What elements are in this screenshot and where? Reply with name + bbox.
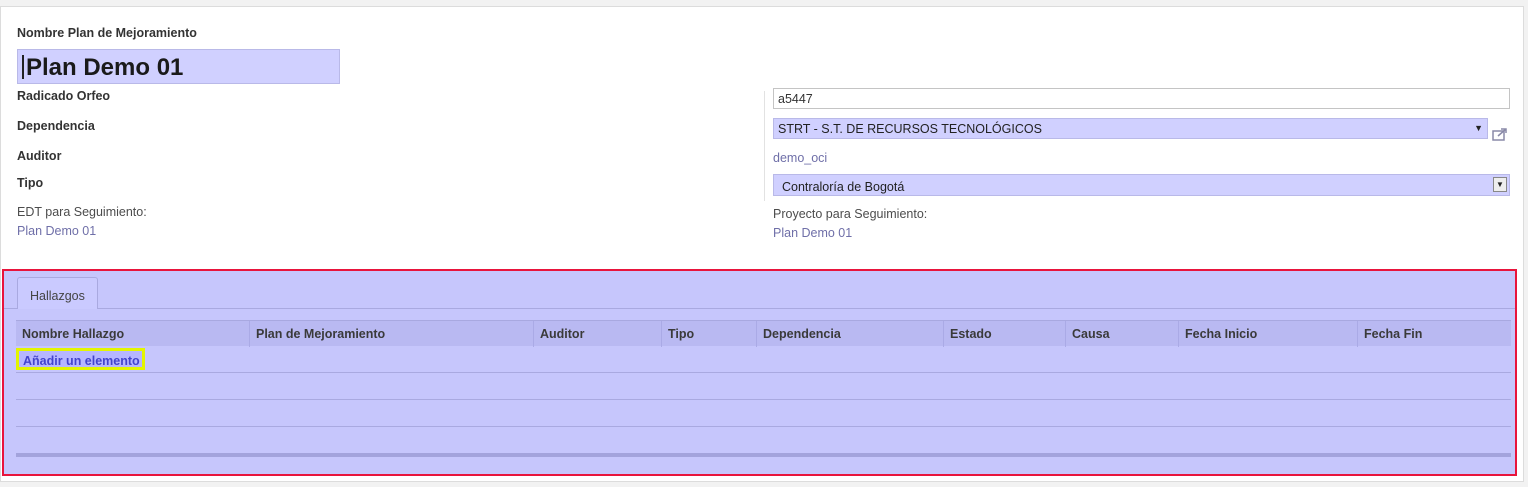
dropdown-arrow-icon: ▼ [1474,123,1483,133]
external-link-icon[interactable] [1492,127,1508,141]
proyecto-link[interactable]: Plan Demo 01 [773,226,852,240]
add-item-button[interactable]: Añadir un elemento [16,348,145,370]
plan-name-input[interactable]: Plan Demo 01 [17,49,340,84]
column-header[interactable]: Dependencia [756,321,943,347]
dependencia-value: STRT - S.T. DE RECURSOS TECNOLÓGICOS [778,122,1042,136]
radicado-input[interactable]: a5447 [773,88,1510,109]
hallazgos-notebook: Hallazgos Nombre Hallazgo Plan de Mejora… [2,269,1517,476]
dependencia-label: Dependencia [17,119,95,133]
auditor-link[interactable]: demo_oci [773,151,827,165]
auditor-label: Auditor [17,149,62,163]
table-row [16,400,1511,427]
edt-link[interactable]: Plan Demo 01 [17,224,96,238]
grid-footer [16,453,1511,457]
column-header[interactable]: Fecha Inicio [1178,321,1357,347]
tipo-select[interactable]: Contraloría de Bogotá ▼ [773,174,1510,196]
column-header[interactable]: Auditor [533,321,661,347]
column-header[interactable]: Nombre Hallazgo [16,321,249,347]
column-header[interactable]: Tipo [661,321,756,347]
tipo-label: Tipo [17,176,44,190]
column-divider [764,91,765,201]
table-row: Añadir un elemento [16,346,1511,373]
text-caret [22,55,24,79]
table-row [16,427,1511,454]
column-header[interactable]: Plan de Mejoramiento [249,321,533,347]
proyecto-label: Proyecto para Seguimiento: [773,207,928,221]
plan-name-value: Plan Demo 01 [26,54,184,81]
grid-header: Nombre Hallazgo Plan de Mejoramiento Aud… [16,320,1511,347]
tipo-value: Contraloría de Bogotá [782,180,905,194]
column-header[interactable]: Causa [1065,321,1178,347]
tab-underline [4,308,1515,309]
column-header[interactable]: Estado [943,321,1065,347]
radicado-label: Radicado Orfeo [17,89,111,103]
edt-label: EDT para Seguimiento: [17,205,147,219]
table-row [16,373,1511,400]
tab-hallazgos[interactable]: Hallazgos [17,277,98,309]
select-arrow-icon: ▼ [1493,177,1507,192]
column-header[interactable]: Fecha Fin [1357,321,1511,347]
hallazgos-grid: Nombre Hallazgo Plan de Mejoramiento Aud… [16,320,1511,457]
name-label: Nombre Plan de Mejoramiento [17,26,197,40]
dependencia-select[interactable]: STRT - S.T. DE RECURSOS TECNOLÓGICOS ▼ [773,118,1488,139]
